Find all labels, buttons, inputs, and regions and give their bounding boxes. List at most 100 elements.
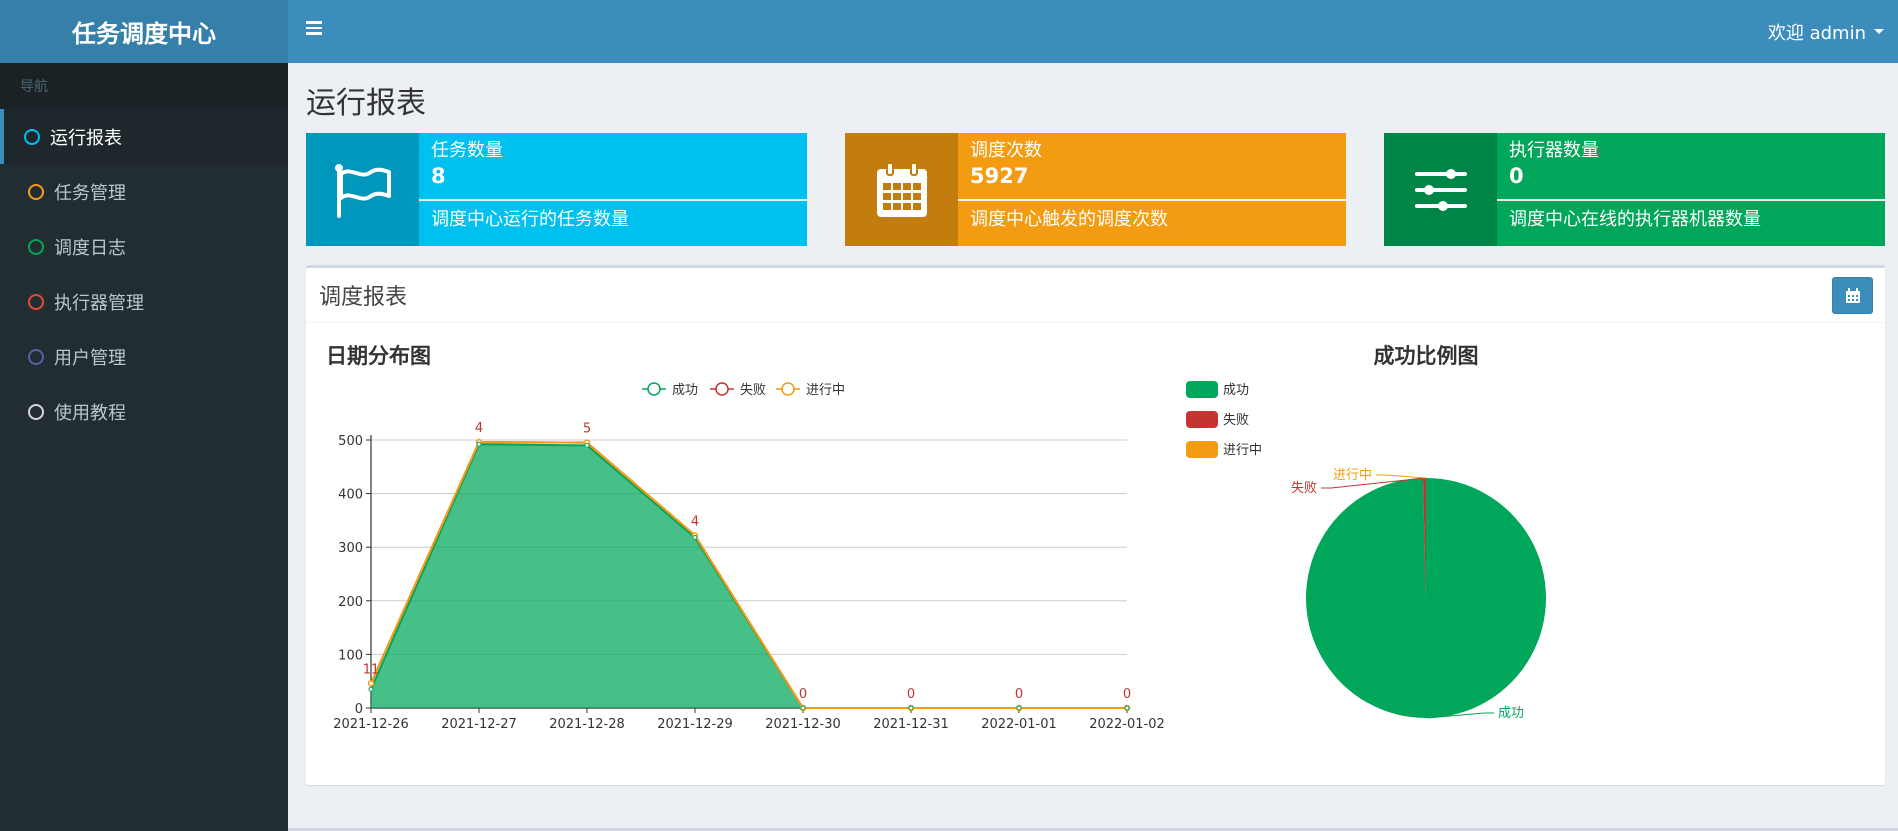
legend-item[interactable]: 进行中 (1186, 441, 1262, 458)
x-tick-label: 2021-12-26 (333, 717, 409, 732)
info-box-description: 调度中心在线的执行器机器数量 (1509, 209, 1761, 230)
pie-slices (1306, 478, 1546, 718)
chart-title: 日期分布图 (326, 344, 431, 368)
app-logo[interactable]: 任务调度中心 (0, 0, 288, 63)
info-box-label: 执行器数量 (1509, 140, 1599, 161)
x-axis: 2021-12-26 2021-12-27 2021-12-28 2021-12-29… (333, 707, 1165, 732)
page-title: 运行报表 (306, 86, 426, 121)
legend-label: 进行中 (1223, 443, 1262, 458)
legend-swatch (1186, 441, 1218, 458)
data-label: 11 (363, 662, 380, 677)
sidebar-item-schedule-log[interactable]: 调度日志 (0, 219, 288, 274)
flag-icon (306, 133, 419, 246)
data-point[interactable] (692, 535, 698, 541)
panel-header: 调度报表 (306, 268, 1885, 323)
legend-item[interactable]: 成功 (642, 382, 698, 398)
data-label: 5 (583, 422, 591, 437)
info-box-number: 0 (1509, 164, 1524, 188)
data-point[interactable] (1124, 705, 1130, 711)
sidebar-item-run-report[interactable]: 运行报表 (0, 109, 288, 164)
info-box-task-count: 任务数量 8 调度中心运行的任务数量 (306, 133, 807, 246)
sidebar: 任务调度中心 导航 运行报表 任务管理 调度日志 执行器管理 用户管理 使用教程 (0, 0, 288, 831)
calendar-icon (1845, 287, 1860, 303)
calendar-icon (845, 133, 958, 246)
legend-marker (647, 382, 661, 396)
sidebar-item-task-management[interactable]: 任务管理 (0, 164, 288, 219)
data-label: 0 (1123, 687, 1131, 702)
data-label: 0 (1015, 687, 1023, 702)
divider (1497, 199, 1885, 201)
x-tick-label: 2021-12-31 (873, 717, 949, 732)
data-point[interactable] (476, 441, 482, 447)
info-box-description: 调度中心运行的任务数量 (431, 209, 629, 230)
nav-header: 导航 (0, 63, 288, 109)
data-point[interactable] (908, 705, 914, 711)
info-box-number: 5927 (970, 164, 1029, 188)
data-label: 0 (799, 687, 807, 702)
sidebar-item-label: 用户管理 (54, 347, 126, 369)
y-tick-label: 200 (338, 595, 363, 610)
divider (958, 199, 1346, 201)
sidebar-item-label: 使用教程 (54, 402, 126, 424)
legend-marker (781, 382, 795, 396)
sidebar-item-executor-management[interactable]: 执行器管理 (0, 274, 288, 329)
sidebar-item-user-management[interactable]: 用户管理 (0, 329, 288, 384)
sidebar-item-tutorial[interactable]: 使用教程 (0, 384, 288, 439)
line-chart-legend[interactable]: 成功 失败 进行中 (642, 382, 845, 398)
circle-icon (28, 403, 44, 420)
circle-icon (28, 348, 44, 365)
legend-item[interactable]: 失败 (710, 382, 766, 398)
data-point[interactable] (368, 686, 374, 692)
pie-label: 进行中 (1333, 468, 1372, 483)
sidebar-toggle-button[interactable] (306, 18, 332, 44)
charts-area: 日期分布图 成功 失败 进行中 0100200300400500 2021-12-2… (326, 344, 1546, 732)
data-point[interactable] (1016, 705, 1022, 711)
data-label: 4 (691, 514, 699, 529)
pie-chart-title: 成功比例图 (1374, 344, 1479, 368)
success-area (371, 444, 1127, 708)
info-box-schedule-count: 调度次数 5927 调度中心触发的调度次数 (845, 133, 1346, 246)
x-tick-label: 2022-01-02 (1089, 717, 1165, 732)
legend-swatch (1186, 381, 1218, 398)
x-tick-label: 2022-01-01 (981, 717, 1057, 732)
legend-item[interactable]: 成功 (1186, 381, 1249, 398)
info-box-label: 任务数量 (431, 140, 503, 161)
y-tick-label: 500 (338, 434, 363, 449)
date-range-button[interactable] (1832, 277, 1873, 314)
data-point[interactable] (367, 680, 375, 687)
sidebar-item-label: 执行器管理 (54, 292, 144, 314)
sliders-icon (1384, 133, 1497, 246)
y-tick-label: 300 (338, 541, 363, 556)
pie-chart-legend[interactable]: 成功失败进行中 (1186, 381, 1262, 458)
top-navbar: 欢迎 admin (288, 0, 1898, 63)
pie-label: 成功 (1498, 706, 1524, 721)
legend-item[interactable]: 失败 (1186, 411, 1249, 428)
info-box-executor-count: 执行器数量 0 调度中心在线的执行器机器数量 (1384, 133, 1885, 246)
sidebar-item-label: 任务管理 (54, 182, 126, 204)
data-point[interactable] (800, 705, 806, 711)
data-label: 0 (907, 687, 915, 702)
info-box-number: 8 (431, 164, 446, 188)
x-tick-label: 2021-12-30 (765, 717, 841, 732)
x-tick-label: 2021-12-28 (549, 717, 625, 732)
y-tick-label: 400 (338, 488, 363, 503)
circle-icon (28, 238, 44, 255)
y-tick-label: 100 (338, 648, 363, 663)
user-menu[interactable]: 欢迎 admin (1768, 0, 1884, 63)
x-tick-label: 2021-12-29 (657, 717, 733, 732)
panel-title: 调度报表 (319, 285, 408, 310)
sidebar-item-label: 调度日志 (54, 237, 126, 259)
pie-label: 失败 (1291, 481, 1317, 496)
data-label: 4 (475, 421, 483, 436)
divider (419, 199, 807, 201)
legend-item[interactable]: 进行中 (776, 382, 845, 398)
legend-marker (715, 382, 729, 396)
sidebar-item-label: 运行报表 (50, 127, 122, 149)
data-point[interactable] (584, 442, 590, 448)
line-series-group (367, 438, 1131, 712)
y-tick-label: 0 (355, 702, 363, 717)
info-box-label: 调度次数 (970, 140, 1042, 161)
legend-swatch (1186, 411, 1218, 428)
info-box-description: 调度中心触发的调度次数 (970, 209, 1168, 230)
circle-icon (24, 128, 40, 145)
